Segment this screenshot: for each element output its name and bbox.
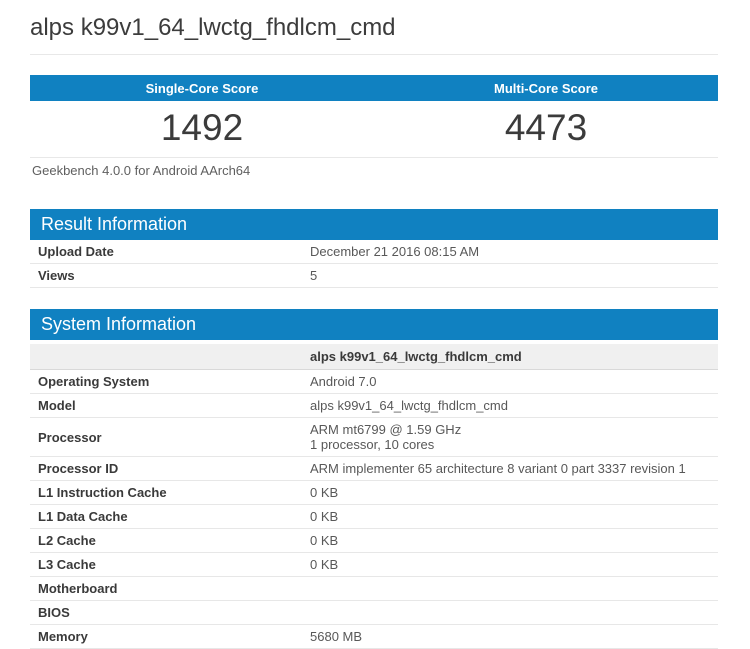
multi-core-score-label: Multi-Core Score [374, 81, 718, 96]
device-name-subheader-row: alps k99v1_64_lwctg_fhdlcm_cmd [30, 344, 718, 370]
row-label: Views [30, 264, 310, 287]
row-value: ARM mt6799 @ 1.59 GHz 1 processor, 10 co… [310, 418, 718, 456]
score-banner: Single-Core Score Multi-Core Score [30, 75, 718, 101]
row-value: 0 KB [310, 553, 718, 576]
table-row: Memory 5680 MB [30, 625, 718, 649]
row-value: 0 KB [310, 505, 718, 528]
score-values: 1492 4473 [30, 101, 718, 157]
row-value: alps k99v1_64_lwctg_fhdlcm_cmd [310, 394, 718, 417]
row-label: Model [30, 394, 310, 417]
row-value [310, 609, 718, 617]
row-value [310, 585, 718, 593]
device-name-subheader: alps k99v1_64_lwctg_fhdlcm_cmd [310, 349, 718, 364]
table-row: BIOS [30, 601, 718, 625]
row-label: Processor [30, 426, 310, 449]
row-label: Processor ID [30, 457, 310, 480]
row-label: L1 Instruction Cache [30, 481, 310, 504]
table-row: L2 Cache 0 KB [30, 529, 718, 553]
row-value: December 21 2016 08:15 AM [310, 240, 718, 263]
page-title: alps k99v1_64_lwctg_fhdlcm_cmd [30, 0, 718, 42]
table-row: Processor ARM mt6799 @ 1.59 GHz 1 proces… [30, 418, 718, 457]
page-container: alps k99v1_64_lwctg_fhdlcm_cmd Single-Co… [30, 0, 718, 649]
table-row: L1 Instruction Cache 0 KB [30, 481, 718, 505]
table-row: Processor ID ARM implementer 65 architec… [30, 457, 718, 481]
row-label: BIOS [30, 601, 310, 624]
multi-core-score-value: 4473 [374, 107, 718, 149]
title-divider [30, 54, 718, 55]
geekbench-version-caption: Geekbench 4.0.0 for Android AArch64 [30, 158, 718, 179]
row-value: ARM implementer 65 architecture 8 varian… [310, 457, 718, 480]
row-label: Operating System [30, 370, 310, 393]
table-row: Motherboard [30, 577, 718, 601]
table-row: Model alps k99v1_64_lwctg_fhdlcm_cmd [30, 394, 718, 418]
system-information-header: System Information [30, 309, 718, 340]
processor-line-2: 1 processor, 10 cores [310, 437, 718, 452]
processor-line-1: ARM mt6799 @ 1.59 GHz [310, 422, 718, 437]
row-value: 0 KB [310, 481, 718, 504]
row-value: 5 [310, 264, 718, 287]
row-label: L3 Cache [30, 553, 310, 576]
table-row: L3 Cache 0 KB [30, 553, 718, 577]
row-label: Upload Date [30, 240, 310, 263]
table-row: Views 5 [30, 264, 718, 288]
single-core-score-value: 1492 [30, 107, 374, 149]
row-label: Motherboard [30, 577, 310, 600]
result-information-table: Upload Date December 21 2016 08:15 AM Vi… [30, 240, 718, 288]
system-information-table: alps k99v1_64_lwctg_fhdlcm_cmd Operating… [30, 344, 718, 649]
single-core-score-label: Single-Core Score [30, 81, 374, 96]
result-information-header: Result Information [30, 209, 718, 240]
row-label: L2 Cache [30, 529, 310, 552]
row-label: L1 Data Cache [30, 505, 310, 528]
table-row: Operating System Android 7.0 [30, 370, 718, 394]
row-value: 0 KB [310, 529, 718, 552]
row-value: Android 7.0 [310, 370, 718, 393]
table-row: L1 Data Cache 0 KB [30, 505, 718, 529]
table-row: Upload Date December 21 2016 08:15 AM [30, 240, 718, 264]
